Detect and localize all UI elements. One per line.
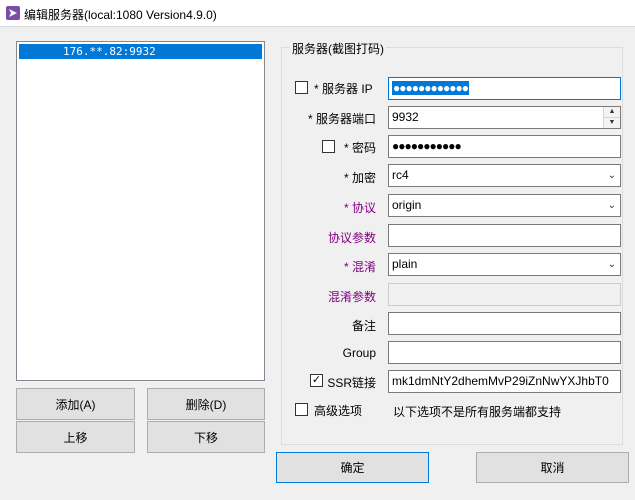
group-input[interactable] [388, 341, 621, 364]
encryption-value: rc4 [392, 168, 409, 182]
protocol-param-input[interactable] [388, 224, 621, 247]
protocol-param-label: 协议参数 [327, 231, 376, 245]
app-icon [6, 6, 20, 20]
ssr-link-checkbox[interactable]: ✓ [310, 374, 323, 387]
advanced-options-checkbox[interactable] [295, 403, 308, 416]
protocol-value: origin [392, 198, 422, 212]
server-port-label: * 服务器端口 [307, 112, 376, 126]
obfs-value: plain [392, 257, 418, 271]
chevron-down-icon: ⌄ [607, 259, 616, 270]
obfs-param-label: 混淆参数 [327, 290, 376, 304]
server-list-item[interactable]: 176.**.82:9932 [19, 44, 262, 59]
server-ip-checkbox[interactable] [295, 81, 308, 94]
cancel-button[interactable]: 取消 [476, 452, 629, 483]
ssr-link-value: mk1dmNtY2dhemMvP29iZnNwYXJhbT0 [392, 374, 609, 388]
server-port-stepper[interactable]: 9932 ▲ ▼ [388, 106, 621, 129]
password-label: * 密码 [343, 141, 376, 155]
chevron-down-icon: ⌄ [607, 200, 616, 211]
server-list[interactable]: 176.**.82:9932 [16, 41, 265, 381]
ssr-link-label: SSR链接 [327, 376, 376, 390]
server-ip-value: ●●●●●●●●●●●● [392, 81, 469, 95]
password-value: ●●●●●●●●●●● [392, 139, 462, 153]
encryption-label: * 加密 [343, 171, 376, 185]
protocol-select[interactable]: origin ⌄ [388, 194, 621, 217]
obfs-select[interactable]: plain ⌄ [388, 253, 621, 276]
server-list-item-label: 176.**.82:9932 [63, 45, 156, 58]
add-button[interactable]: 添加(A) [16, 388, 135, 420]
port-spinner[interactable]: ▲ ▼ [603, 107, 620, 128]
group-label: Group [342, 346, 376, 360]
remarks-input[interactable] [388, 312, 621, 335]
spin-down-icon[interactable]: ▼ [604, 117, 620, 128]
ssr-link-input[interactable]: mk1dmNtY2dhemMvP29iZnNwYXJhbT0 [388, 370, 621, 393]
server-port-value: 9932 [392, 110, 419, 124]
server-ip-label: * 服务器 IP [314, 82, 373, 96]
move-down-button[interactable]: 下移 [147, 421, 265, 453]
title-divider [0, 26, 635, 27]
ok-button[interactable]: 确定 [276, 452, 429, 483]
password-input[interactable]: ●●●●●●●●●●● [388, 135, 621, 158]
password-checkbox[interactable] [322, 140, 335, 153]
spin-up-icon[interactable]: ▲ [604, 107, 620, 117]
remarks-label: 备注 [351, 319, 376, 333]
protocol-label: * 协议 [343, 201, 376, 215]
obfs-label: * 混淆 [343, 260, 376, 274]
server-ip-input[interactable]: ●●●●●●●●●●●● [388, 77, 621, 100]
chevron-down-icon: ⌄ [607, 170, 616, 181]
advanced-options-note: 以下选项不是所有服务端都支持 [393, 405, 562, 419]
move-up-button[interactable]: 上移 [16, 421, 135, 453]
checkmark-icon: ✓ [311, 374, 322, 386]
advanced-options-label: 高级选项 [314, 404, 363, 418]
window-title: 编辑服务器(local:1080 Version4.9.0) [24, 8, 217, 22]
obfs-param-input [388, 283, 621, 306]
encryption-select[interactable]: rc4 ⌄ [388, 164, 621, 187]
server-group-title: 服务器(截图打码) [290, 40, 386, 57]
delete-button[interactable]: 删除(D) [147, 388, 265, 420]
